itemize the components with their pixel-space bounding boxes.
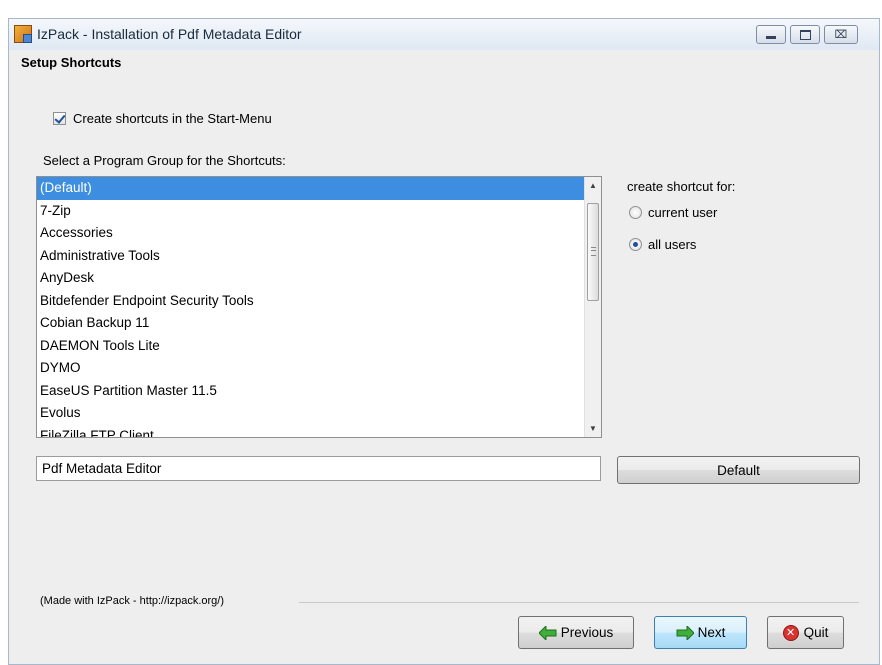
- all-users-option[interactable]: all users: [629, 237, 696, 252]
- minimize-icon: [766, 36, 776, 39]
- all-users-radio[interactable]: [629, 238, 642, 251]
- next-label: Next: [697, 625, 726, 640]
- footer-divider: [299, 602, 859, 603]
- app-icon: [14, 25, 32, 43]
- list-item[interactable]: Evolus: [37, 402, 584, 425]
- list-item[interactable]: Cobian Backup 11: [37, 312, 584, 335]
- maximize-icon: [799, 29, 811, 40]
- previous-label: Previous: [560, 625, 614, 640]
- panel-title: Setup Shortcuts: [21, 55, 122, 70]
- list-scrollbar[interactable]: ▲ ▼: [584, 177, 601, 437]
- list-item[interactable]: AnyDesk: [37, 267, 584, 290]
- program-group-label: Select a Program Group for the Shortcuts…: [43, 153, 286, 168]
- create-for-label: create shortcut for:: [627, 179, 736, 194]
- window-title: IzPack - Installation of Pdf Metadata Ed…: [37, 26, 302, 42]
- scroll-down-arrow-icon[interactable]: ▼: [585, 420, 601, 437]
- program-group-items: (Default) 7-Zip Accessories Administrative …: [37, 177, 584, 438]
- maximize-button[interactable]: [790, 25, 820, 44]
- checkmark-icon: [54, 112, 66, 124]
- installer-window: IzPack - Installation of Pdf Metadata Ed…: [8, 18, 880, 665]
- quit-button[interactable]: ✕ Quit: [767, 616, 844, 649]
- create-shortcuts-label: Create shortcuts in the Start-Menu: [73, 111, 272, 126]
- scroll-up-arrow-icon[interactable]: ▲: [585, 177, 601, 194]
- current-user-radio[interactable]: [629, 206, 642, 219]
- quit-x-icon: ✕: [782, 624, 799, 641]
- left-arrow-icon: [538, 625, 557, 640]
- program-group-list[interactable]: (Default) 7-Zip Accessories Administrative …: [36, 176, 602, 438]
- list-item[interactable]: EaseUS Partition Master 11.5: [37, 380, 584, 403]
- list-item[interactable]: FileZilla FTP Client: [37, 425, 584, 438]
- list-item[interactable]: (Default): [37, 177, 584, 200]
- minimize-button[interactable]: [756, 25, 786, 44]
- create-shortcuts-checkbox[interactable]: [53, 112, 66, 125]
- list-item[interactable]: 7-Zip: [37, 200, 584, 223]
- made-with-label: (Made with IzPack - http://izpack.org/): [40, 595, 233, 607]
- default-button[interactable]: Default: [617, 456, 860, 484]
- previous-button[interactable]: Previous: [518, 616, 634, 649]
- list-item[interactable]: Administrative Tools: [37, 245, 584, 268]
- current-user-option[interactable]: current user: [629, 205, 717, 220]
- program-group-name-input[interactable]: [36, 456, 601, 481]
- list-item[interactable]: DAEMON Tools Lite: [37, 335, 584, 358]
- all-users-label: all users: [648, 237, 697, 252]
- next-button[interactable]: Next: [654, 616, 747, 649]
- list-item[interactable]: DYMO: [37, 357, 584, 380]
- list-item[interactable]: Accessories: [37, 222, 584, 245]
- close-button[interactable]: ⌧: [824, 25, 858, 44]
- current-user-label: current user: [648, 205, 718, 220]
- title-bar: IzPack - Installation of Pdf Metadata Ed…: [9, 19, 879, 50]
- create-shortcuts-row[interactable]: Create shortcuts in the Start-Menu: [53, 111, 272, 126]
- grip-icon: [591, 247, 596, 256]
- right-arrow-icon: [676, 625, 694, 640]
- quit-label: Quit: [803, 625, 829, 640]
- list-item[interactable]: Bitdefender Endpoint Security Tools: [37, 290, 584, 313]
- close-icon: ⌧: [834, 29, 848, 41]
- scroll-thumb[interactable]: [587, 203, 599, 301]
